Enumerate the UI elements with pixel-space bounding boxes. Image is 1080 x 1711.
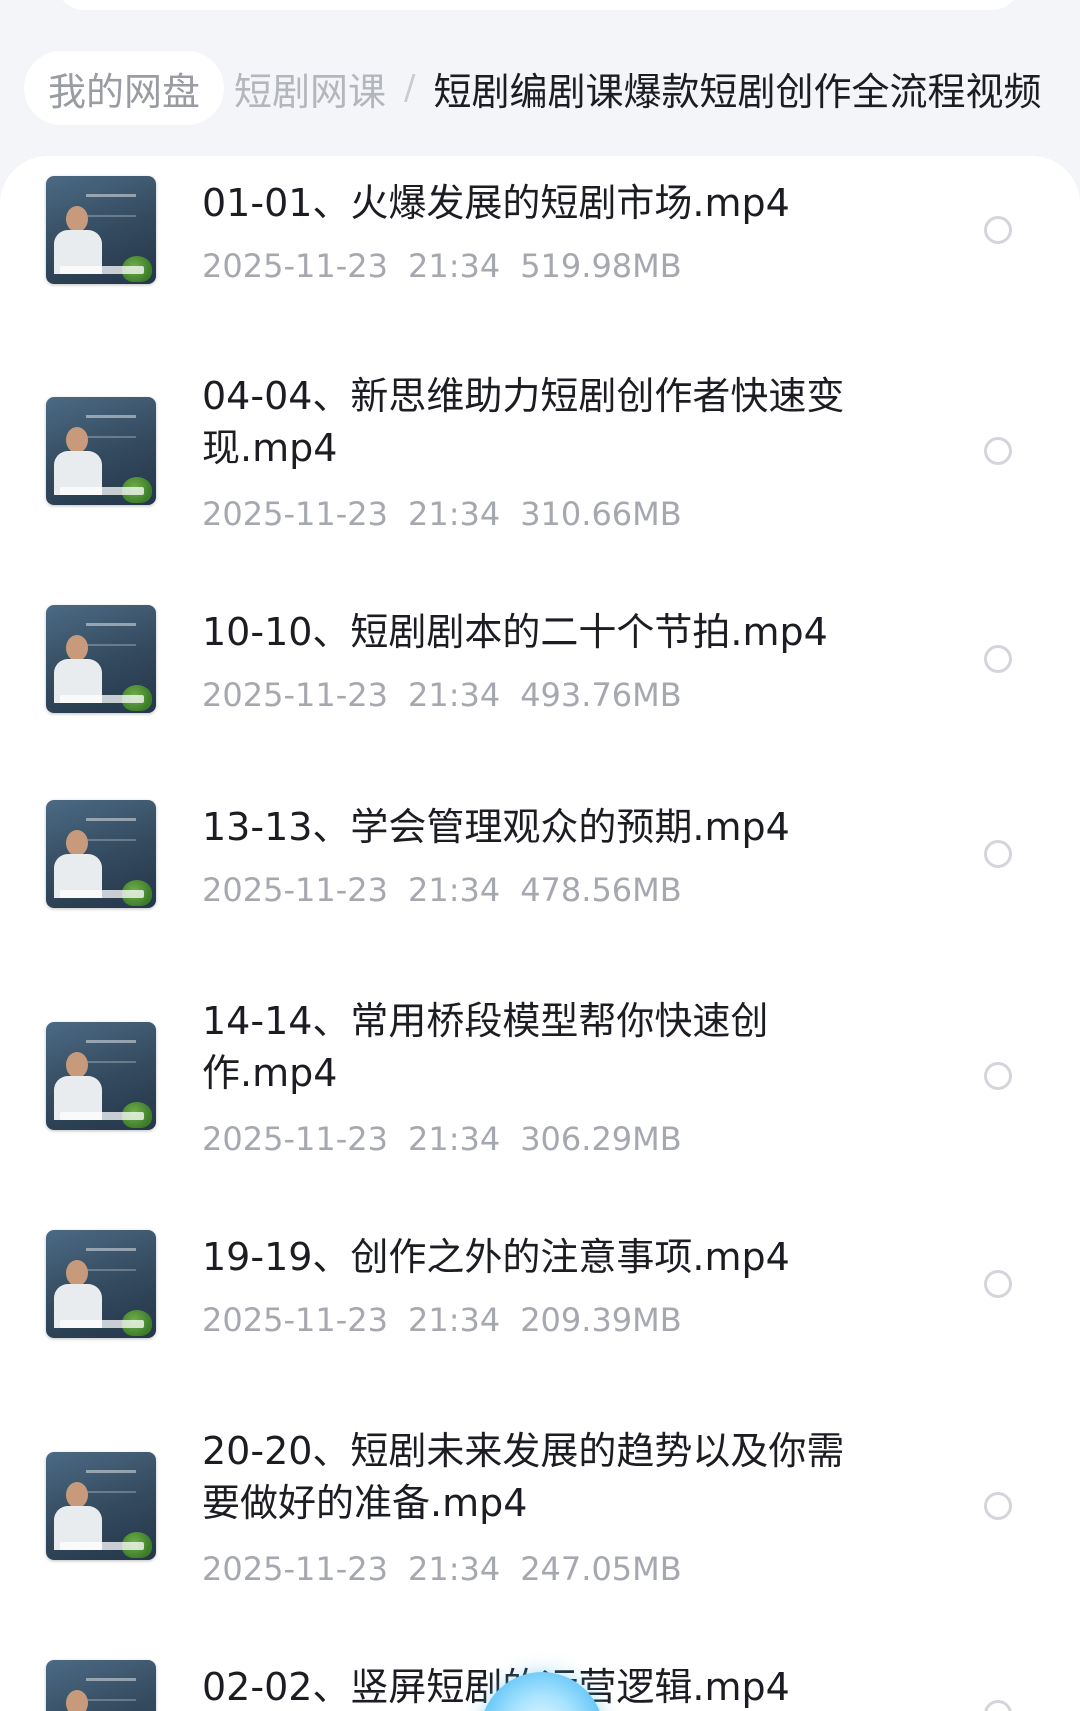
video-thumbnail	[46, 1660, 156, 1711]
video-thumbnail	[46, 397, 156, 505]
page: 我的网盘 短剧网课 / 短剧编剧课爆款短剧创作全流程视频 01-01、火爆发展的…	[0, 0, 1080, 1711]
file-name: 04-04、新思维助力短剧创作者快速变现.mp4	[202, 374, 845, 470]
breadcrumb: 我的网盘 短剧网课 / 短剧编剧课爆款短剧创作全流程视频	[0, 48, 1080, 128]
file-name: 13-13、学会管理观众的预期.mp4	[202, 805, 790, 849]
select-circle-icon[interactable]	[984, 1492, 1012, 1520]
file-date: 2025-11-23	[202, 247, 388, 285]
breadcrumb-separator: /	[404, 68, 416, 108]
file-date: 2025-11-23	[202, 1120, 388, 1158]
file-size: 519.98MB	[520, 247, 682, 285]
video-thumbnail	[46, 800, 156, 908]
file-time: 21:34	[407, 247, 501, 285]
file-meta: 2025-11-23 21:34 478.56MB	[202, 870, 682, 910]
file-size: 306.29MB	[520, 1120, 682, 1158]
file-time: 21:34	[407, 676, 501, 714]
video-thumbnail	[46, 1452, 156, 1560]
video-thumbnail	[46, 176, 156, 284]
select-circle-icon[interactable]	[984, 1270, 1012, 1298]
file-date: 2025-11-23	[202, 676, 388, 714]
select-circle-icon[interactable]	[984, 645, 1012, 673]
breadcrumb-current: 短剧编剧课爆款短剧创作全流程视频	[433, 69, 1042, 114]
file-time: 21:34	[407, 1301, 501, 1339]
breadcrumb-parent[interactable]: 短剧网课	[234, 61, 386, 116]
file-size: 209.39MB	[520, 1301, 682, 1339]
file-size: 247.05MB	[520, 1550, 682, 1588]
file-meta: 2025-11-23 21:34 209.39MB	[202, 1300, 682, 1340]
file-name: 10-10、短剧剧本的二十个节拍.mp4	[202, 610, 828, 654]
file-name: 20-20、短剧未来发展的趋势以及你需要做好的准备.mp4	[202, 1429, 845, 1525]
video-thumbnail	[46, 605, 156, 713]
file-time: 21:34	[407, 495, 501, 533]
top-search-bar-edge	[56, 0, 1020, 10]
file-time: 21:34	[407, 1120, 501, 1158]
select-circle-icon[interactable]	[984, 840, 1012, 868]
file-date: 2025-11-23	[202, 1550, 388, 1588]
select-circle-icon[interactable]	[984, 216, 1012, 244]
file-size: 478.56MB	[520, 871, 682, 909]
video-thumbnail	[46, 1230, 156, 1338]
breadcrumb-root[interactable]: 我的网盘	[24, 51, 225, 125]
file-date: 2025-11-23	[202, 871, 388, 909]
file-meta: 2025-11-23 21:34 493.76MB	[202, 675, 682, 715]
file-date: 2025-11-23	[202, 1301, 388, 1339]
file-name: 14-14、常用桥段模型帮你快速创作.mp4	[202, 999, 769, 1095]
file-meta: 2025-11-23 21:34 306.29MB	[202, 1119, 682, 1159]
file-size: 493.76MB	[520, 676, 682, 714]
video-thumbnail	[46, 1022, 156, 1130]
select-circle-icon[interactable]	[984, 1062, 1012, 1090]
select-circle-icon[interactable]	[984, 1700, 1012, 1711]
file-name: 19-19、创作之外的注意事项.mp4	[202, 1235, 790, 1279]
file-size: 310.66MB	[520, 495, 682, 533]
file-time: 21:34	[407, 871, 501, 909]
select-circle-icon[interactable]	[984, 437, 1012, 465]
file-meta: 2025-11-23 21:34 519.98MB	[202, 246, 682, 286]
file-meta: 2025-11-23 21:34 310.66MB	[202, 494, 682, 534]
file-time: 21:34	[407, 1550, 501, 1588]
file-name: 01-01、火爆发展的短剧市场.mp4	[202, 181, 790, 225]
file-meta: 2025-11-23 21:34 247.05MB	[202, 1549, 682, 1589]
file-date: 2025-11-23	[202, 495, 388, 533]
file-list: 01-01、火爆发展的短剧市场.mp4 2025-11-23 21:34 519.9…	[0, 156, 1080, 1711]
